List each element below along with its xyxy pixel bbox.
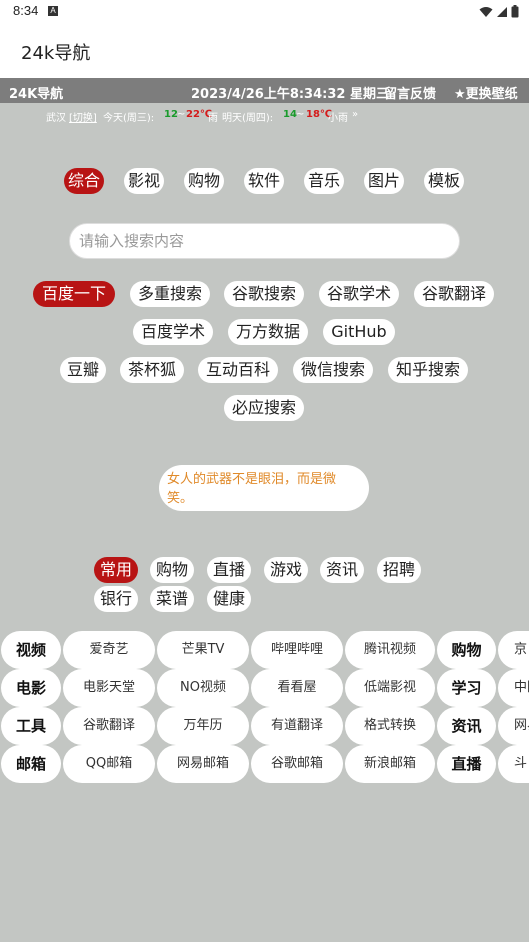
weather-today-low: 12 [164, 109, 178, 120]
grid-link[interactable]: 中国 [498, 669, 529, 707]
engine-multi-button[interactable]: 多重搜索 [130, 281, 210, 307]
grid-row-label: 学习 [437, 669, 496, 707]
app-bar: 24k导航 [0, 24, 529, 78]
engine-weixin-button[interactable]: 微信搜索 [293, 357, 373, 383]
search-box [69, 223, 460, 259]
status-time: 8:34 [13, 3, 39, 18]
weather-bar: 武汉 [切换] 今天(周三): 12 ~ 22℃ 雨 明天(周四): 14 ~ … [0, 106, 529, 124]
grid-link[interactable]: 腾讯视频 [345, 631, 435, 669]
grid-link[interactable]: 电影天堂 [63, 669, 155, 707]
weather-today-tilde: ~ [177, 109, 186, 120]
search-tab-general[interactable]: 综合 [64, 168, 104, 194]
grid-row-label: 视频 [1, 631, 61, 669]
grid-link[interactable]: 斗 [498, 745, 529, 783]
grid-link[interactable]: 网易邮箱 [157, 745, 249, 783]
engine-github-button[interactable]: GitHub [323, 319, 395, 345]
search-tab-music[interactable]: 音乐 [304, 168, 344, 194]
weather-tomorrow-low: 14 [283, 109, 297, 120]
grid-link[interactable]: NO视频 [157, 669, 249, 707]
link-tab-live[interactable]: 直播 [207, 557, 251, 583]
engine-google-translate-button[interactable]: 谷歌翻译 [414, 281, 494, 307]
link-tab-health[interactable]: 健康 [207, 586, 251, 612]
weather-more-icon[interactable]: » [352, 109, 358, 120]
site-brand[interactable]: 24K导航 [9, 83, 63, 102]
info-bar: 24K导航 2023/4/26上午8:34:32 星期三 留言反馈 ★更换壁纸 [0, 78, 529, 103]
battery-icon [511, 5, 519, 18]
grid-link[interactable]: 哔哩哔哩 [251, 631, 343, 669]
grid-link[interactable]: 新浪邮箱 [345, 745, 435, 783]
grid-link[interactable]: 芒果TV [157, 631, 249, 669]
engine-baike-button[interactable]: 互动百科 [198, 357, 278, 383]
change-wallpaper-link[interactable]: ★更换壁纸 [454, 83, 518, 102]
grid-link[interactable]: 格式转换 [345, 707, 435, 745]
signal-icon [497, 6, 507, 17]
grid-link[interactable]: QQ邮箱 [63, 745, 155, 783]
link-tab-jobs[interactable]: 招聘 [377, 557, 421, 583]
status-bar: 8:34 A [0, 0, 529, 24]
search-tab-video[interactable]: 影视 [124, 168, 164, 194]
engine-baidu-button[interactable]: 百度一下 [33, 281, 115, 307]
grid-link[interactable]: 低端影视 [345, 669, 435, 707]
engine-zhihu-button[interactable]: 知乎搜索 [388, 357, 468, 383]
link-tab-common[interactable]: 常用 [94, 557, 138, 583]
engine-bing-button[interactable]: 必应搜索 [224, 395, 304, 421]
weather-tomorrow-label: 明天(周四): [222, 113, 274, 124]
link-tab-bank[interactable]: 银行 [94, 586, 138, 612]
grid-link[interactable]: 谷歌翻译 [63, 707, 155, 745]
grid-link[interactable]: 京 [498, 631, 529, 669]
weather-tomorrow-tilde: ~ [296, 109, 305, 120]
weather-tomorrow-cond: 小雨 [328, 113, 348, 124]
daily-quote: 女人的武器不是眼泪，而是微笑。 [159, 465, 369, 511]
grid-row-label: 直播 [437, 745, 496, 783]
grid-link[interactable]: 看看屋 [251, 669, 343, 707]
grid-link[interactable]: 爱奇艺 [63, 631, 155, 669]
feedback-link[interactable]: 留言反馈 [384, 83, 436, 102]
weather-switch-link[interactable]: [切换] [69, 109, 97, 124]
search-tab-shopping[interactable]: 购物 [184, 168, 224, 194]
grid-link[interactable]: 网易 [498, 707, 529, 745]
weather-city: 武汉 [46, 113, 66, 124]
engine-google-button[interactable]: 谷歌搜索 [224, 281, 304, 307]
engine-chabeihu-button[interactable]: 茶杯狐 [120, 357, 184, 383]
status-icons [479, 5, 519, 18]
engine-douban-button[interactable]: 豆瓣 [60, 357, 106, 383]
grid-link[interactable]: 万年历 [157, 707, 249, 745]
engine-wanfang-button[interactable]: 万方数据 [228, 319, 308, 345]
search-tab-templates[interactable]: 模板 [424, 168, 464, 194]
grid-row-label: 购物 [437, 631, 496, 669]
engine-google-scholar-button[interactable]: 谷歌学术 [319, 281, 399, 307]
engine-baidu-scholar-button[interactable]: 百度学术 [133, 319, 213, 345]
grid-row-label: 邮箱 [1, 745, 61, 783]
notification-icon: A [48, 6, 58, 16]
grid-link[interactable]: 谷歌邮箱 [251, 745, 343, 783]
datetime-label: 2023/4/26上午8:34:32 星期三 [191, 87, 389, 102]
wifi-icon [479, 6, 493, 17]
app-title: 24k导航 [21, 43, 91, 64]
grid-row-label: 资讯 [437, 707, 496, 745]
search-tab-images[interactable]: 图片 [364, 168, 404, 194]
grid-row-label: 工具 [1, 707, 61, 745]
link-tab-news[interactable]: 资讯 [320, 557, 364, 583]
link-tab-shopping[interactable]: 购物 [150, 557, 194, 583]
weather-today-cond: 雨 [208, 113, 218, 124]
search-input[interactable] [70, 224, 459, 258]
weather-today-label: 今天(周三): [103, 113, 155, 124]
grid-row-label: 电影 [1, 669, 61, 707]
grid-link[interactable]: 有道翻译 [251, 707, 343, 745]
link-tab-games[interactable]: 游戏 [264, 557, 308, 583]
link-tab-recipes[interactable]: 菜谱 [150, 586, 194, 612]
search-tab-software[interactable]: 软件 [244, 168, 284, 194]
